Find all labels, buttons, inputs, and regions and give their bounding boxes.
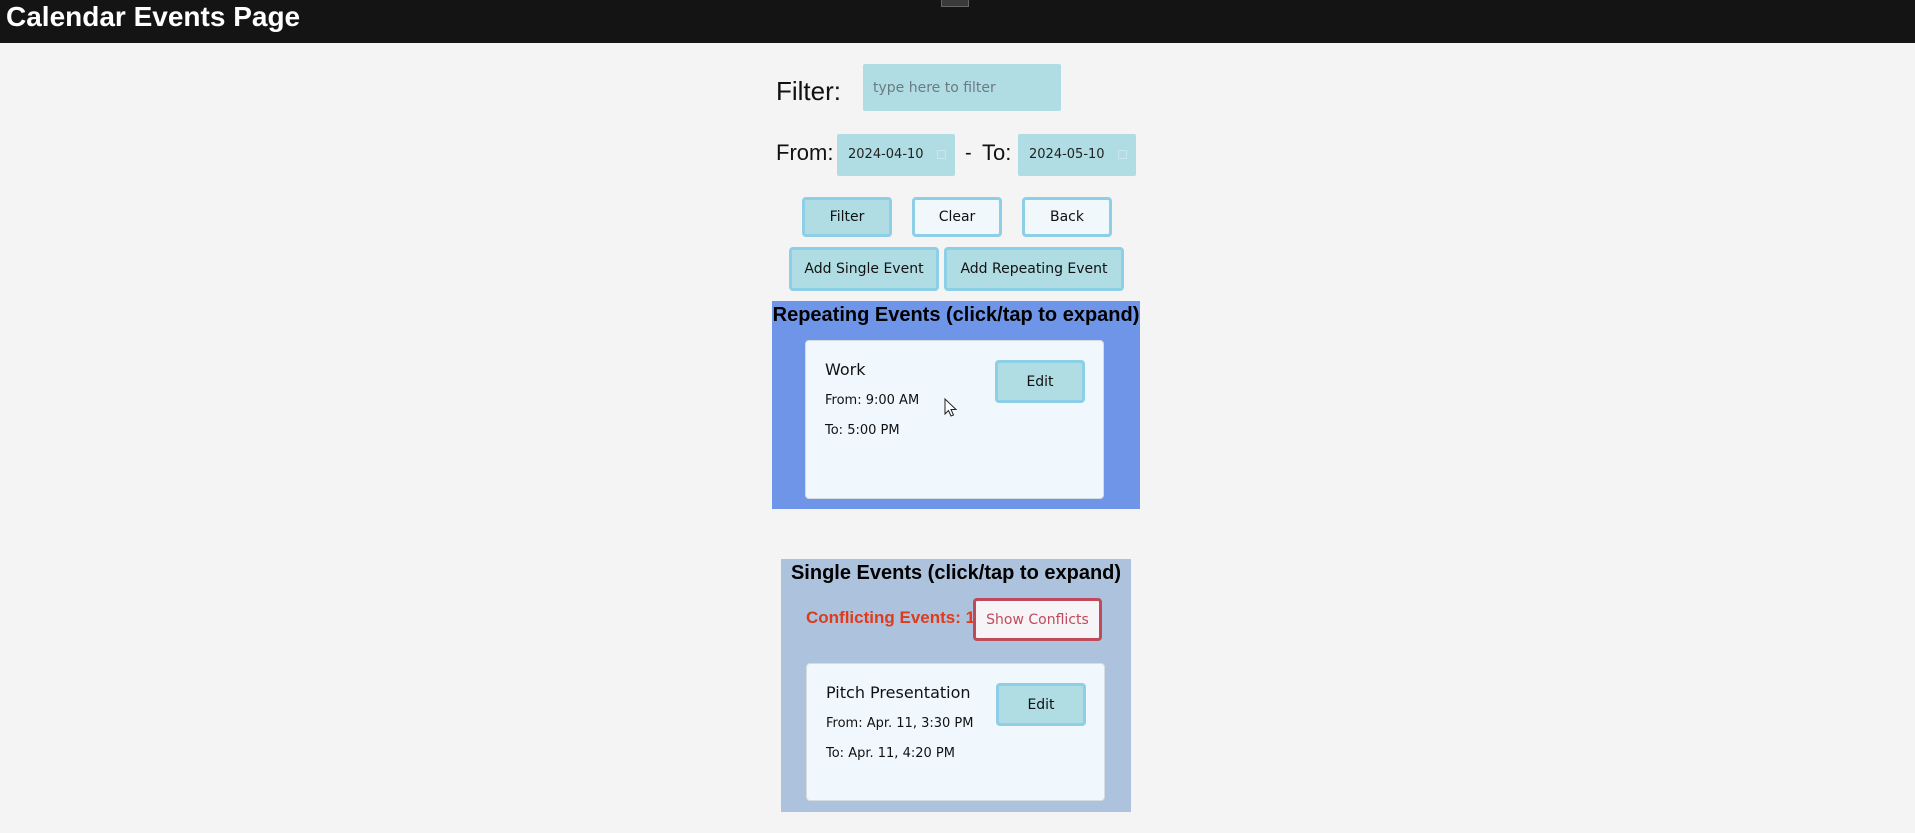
to-label: To: — [982, 140, 1012, 165]
add-single-event-button[interactable]: Add Single Event — [789, 247, 939, 291]
page-title: Calendar Events Page — [6, 1, 301, 32]
date-range-separator: - — [965, 142, 972, 164]
event-from-time: From: Apr. 11, 3:30 PM — [826, 716, 974, 731]
event-to-time: To: Apr. 11, 4:20 PM — [826, 746, 955, 761]
from-date-value: 2024-04-10 — [848, 147, 924, 162]
mouse-cursor-icon — [944, 398, 958, 417]
to-date-value: 2024-05-10 — [1029, 147, 1105, 162]
event-card: Pitch Presentation From: Apr. 11, 3:30 P… — [806, 663, 1105, 801]
single-events-panel[interactable]: Single Events (click/tap to expand) Conf… — [781, 559, 1131, 812]
single-events-heading[interactable]: Single Events (click/tap to expand) — [781, 562, 1131, 585]
calendar-icon[interactable] — [1118, 150, 1127, 159]
repeating-events-heading[interactable]: Repeating Events (click/tap to expand) — [772, 304, 1140, 327]
event-from-time: From: 9:00 AM — [825, 393, 920, 408]
add-repeating-event-button[interactable]: Add Repeating Event — [944, 247, 1124, 291]
filter-label: Filter: — [776, 76, 841, 106]
event-card: Work From: 9:00 AM To: 5:00 PM Edit — [805, 340, 1104, 499]
conflicting-events-count: Conflicting Events: 1 — [806, 608, 976, 627]
show-conflicts-button[interactable]: Show Conflicts — [973, 598, 1102, 641]
window-handle-icon[interactable] — [941, 0, 969, 7]
event-to-time: To: 5:00 PM — [825, 423, 900, 438]
top-bar: Calendar Events Page — [0, 0, 1915, 43]
edit-event-button[interactable]: Edit — [995, 360, 1085, 403]
filter-button[interactable]: Filter — [802, 197, 892, 237]
to-date-field[interactable]: 2024-05-10 — [1018, 134, 1136, 176]
from-label: From: — [776, 140, 834, 165]
clear-button[interactable]: Clear — [912, 197, 1002, 237]
event-name: Work — [825, 360, 866, 379]
event-name: Pitch Presentation — [826, 683, 971, 702]
calendar-icon[interactable] — [937, 150, 946, 159]
edit-event-button[interactable]: Edit — [996, 683, 1086, 726]
from-date-field[interactable]: 2024-04-10 — [837, 134, 955, 176]
filter-input[interactable] — [863, 64, 1061, 111]
back-button[interactable]: Back — [1022, 197, 1112, 237]
